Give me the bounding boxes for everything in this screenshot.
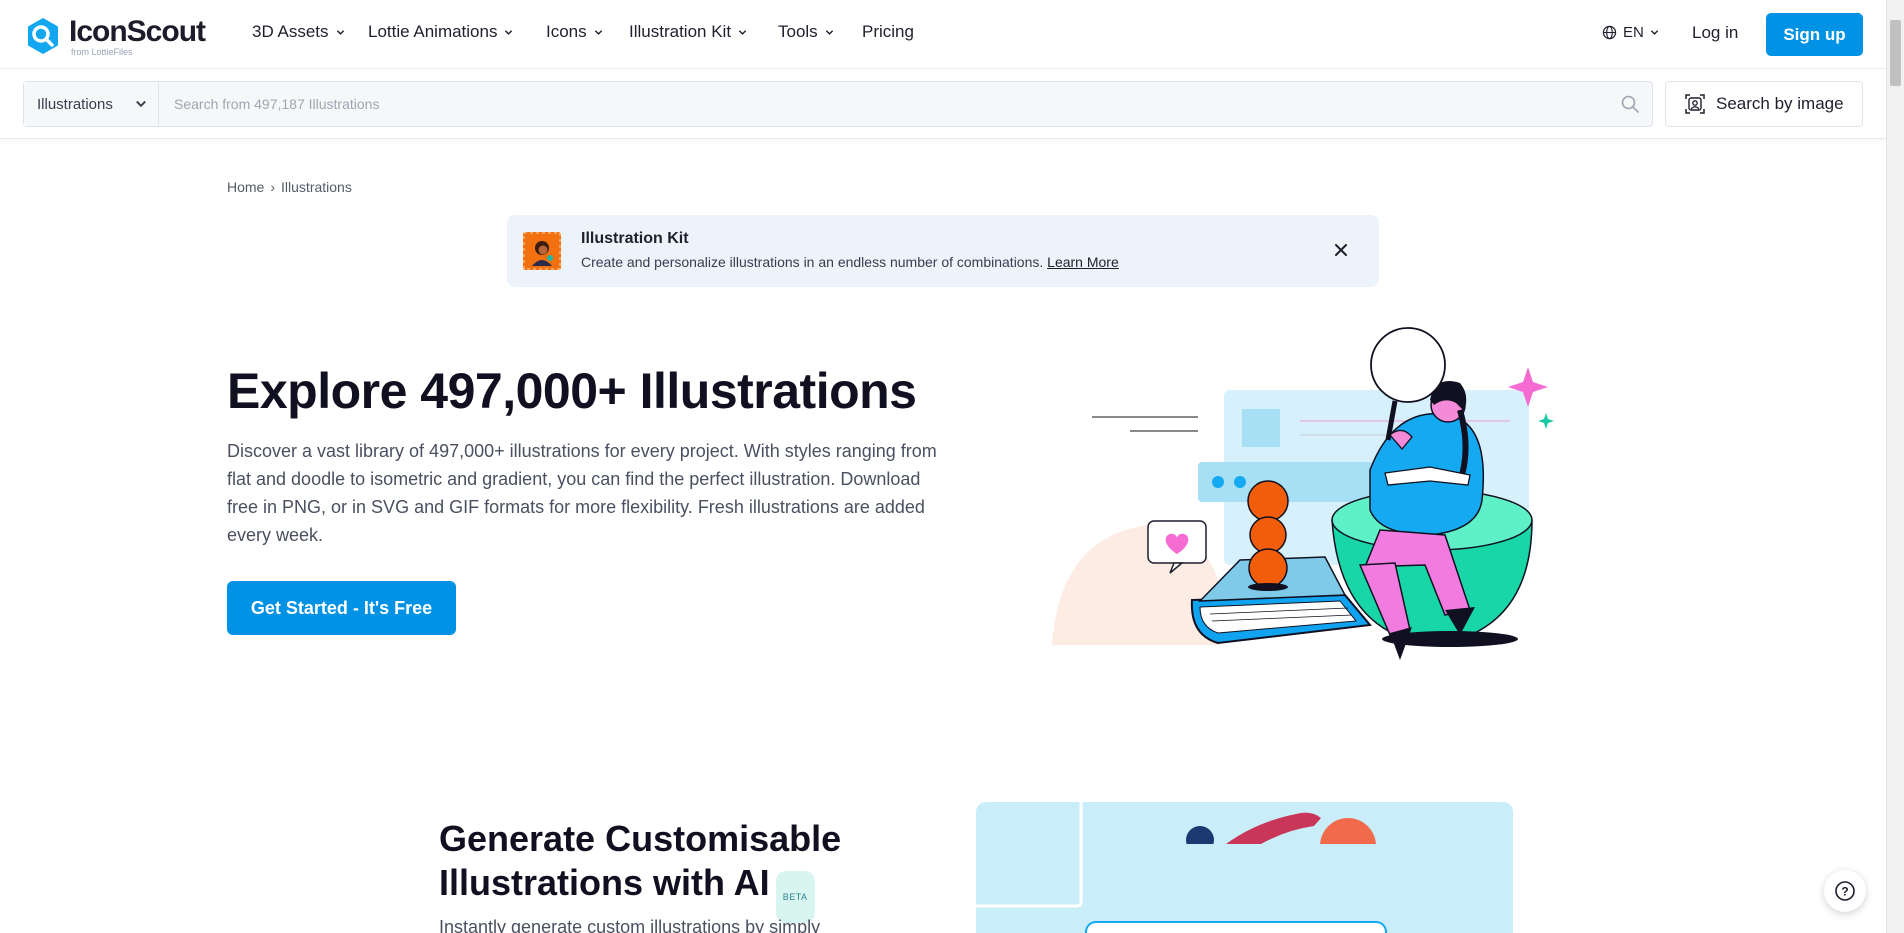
chevron-down-icon	[594, 29, 602, 35]
chevron-down-icon	[1650, 30, 1659, 35]
chevron-down-icon	[738, 29, 747, 35]
nav-label: Icons	[546, 22, 587, 41]
search-by-image-button[interactable]: Search by image	[1665, 81, 1863, 127]
hero-illustration	[1052, 327, 1554, 660]
nav-label: Tools	[778, 22, 818, 41]
banner-title: Illustration Kit	[581, 230, 689, 247]
nav-label: Lottie Animations	[368, 22, 498, 41]
search-icon[interactable]	[1620, 94, 1640, 114]
page-scrollbar[interactable]	[1886, 0, 1904, 933]
nav-3d-assets[interactable]: 3D Assets	[252, 22, 345, 42]
hero-title: Explore 497,000+ Illustrations	[227, 363, 917, 419]
nav-tools[interactable]: Tools	[778, 22, 834, 42]
scrollbar-thumb[interactable]	[1890, 20, 1901, 86]
login-link[interactable]: Log in	[1692, 23, 1738, 43]
language-label: EN	[1623, 24, 1644, 41]
close-icon[interactable]	[1332, 241, 1350, 259]
chevron-down-icon	[336, 29, 344, 35]
nav-pricing[interactable]: Pricing	[862, 22, 914, 42]
nav-icons[interactable]: Icons	[546, 22, 603, 42]
ai-section-description: Instantly generate custom illustrations …	[439, 917, 821, 933]
nav-lottie-animations[interactable]: Lottie Animations	[368, 22, 513, 42]
breadcrumb: Home › Illustrations	[227, 179, 352, 195]
breadcrumb-current: Illustrations	[281, 179, 352, 195]
banner-description-text: Create and personalize illustrations in …	[581, 254, 1044, 270]
help-icon: ?	[1835, 881, 1855, 901]
illustration-kit-banner: Illustration Kit Create and personalize …	[507, 215, 1379, 287]
language-selector[interactable]: EN	[1602, 24, 1659, 41]
help-button[interactable]: ?	[1824, 870, 1866, 912]
get-started-button[interactable]: Get Started - It's Free	[227, 581, 456, 635]
brand-logo[interactable]: IconScout from LottieFiles	[23, 16, 206, 57]
search-category-label: Illustrations	[37, 95, 113, 113]
beta-badge: BETA	[775, 871, 815, 923]
globe-icon	[1602, 25, 1617, 40]
illustration-kit-thumbnail	[523, 232, 561, 270]
chevron-down-icon	[135, 100, 146, 108]
chevron-down-icon	[505, 29, 513, 35]
nav-label: Pricing	[862, 22, 914, 41]
breadcrumb-separator: ›	[270, 179, 276, 195]
chevron-down-icon	[825, 29, 833, 35]
ai-preview-image	[976, 802, 1513, 933]
search-by-image-label: Search by image	[1716, 94, 1844, 113]
search-input[interactable]	[174, 82, 1574, 126]
search-bar: Illustrations	[23, 81, 1653, 127]
search-row: Illustrations Search by image	[0, 69, 1886, 139]
nav-illustration-kit[interactable]: Illustration Kit	[629, 22, 747, 42]
hero-description: Discover a vast library of 497,000+ illu…	[227, 441, 937, 545]
breadcrumb-home[interactable]: Home	[227, 179, 264, 195]
search-category-dropdown[interactable]: Illustrations	[24, 82, 159, 126]
banner-description: Create and personalize illustrations in …	[581, 254, 1119, 270]
logo-mark-icon	[28, 18, 58, 54]
ai-section-title: Generate Customisable Illustrations with…	[439, 817, 879, 923]
learn-more-link[interactable]: Learn More	[1047, 254, 1119, 270]
nav-label: 3D Assets	[252, 22, 329, 41]
brand-subtitle: from LottieFiles	[71, 47, 133, 57]
nav-label: Illustration Kit	[629, 22, 732, 41]
help-glyph: ?	[1841, 885, 1848, 899]
signup-button[interactable]: Sign up	[1766, 13, 1863, 56]
image-search-icon	[1685, 94, 1705, 114]
top-navbar: IconScout from LottieFiles 3D Assets Lot…	[0, 0, 1886, 69]
brand-name: IconScout	[69, 15, 206, 48]
